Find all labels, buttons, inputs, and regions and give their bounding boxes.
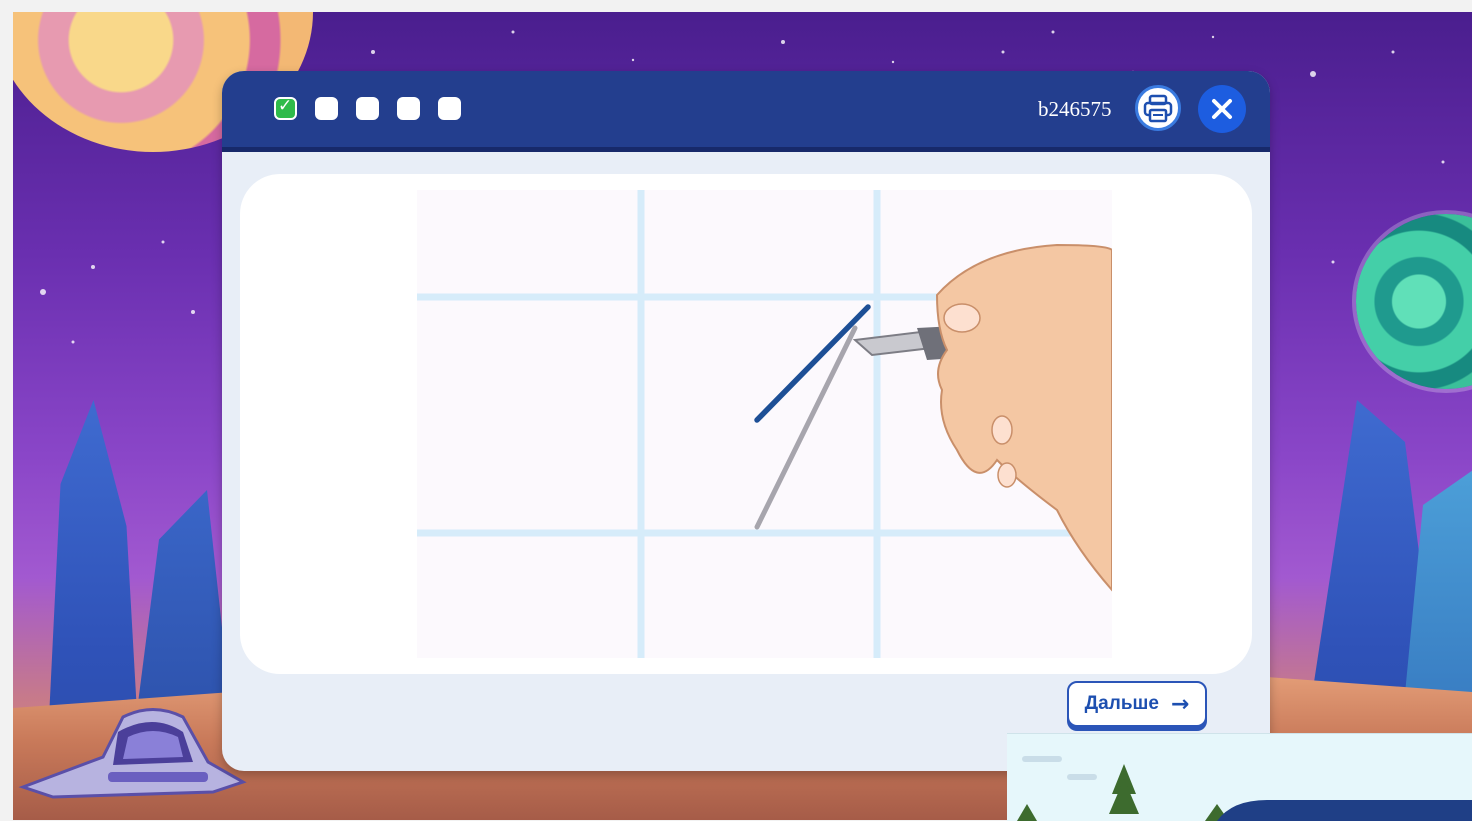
step-indicator: ✓: [274, 96, 461, 120]
step-3[interactable]: [356, 97, 379, 120]
exercise-window: ✓ b246575 Дальше →: [222, 71, 1270, 771]
next-scene-preview: [1007, 733, 1472, 821]
title-bar: ✓ b246575: [222, 71, 1270, 152]
printer-icon: [1143, 94, 1173, 123]
step-5[interactable]: [438, 97, 461, 120]
step-2[interactable]: [315, 97, 338, 120]
forest-preview-image: [1007, 734, 1472, 821]
next-button-label: Дальше: [1084, 693, 1159, 714]
step-1-completed[interactable]: ✓: [274, 96, 297, 120]
close-icon: [1212, 99, 1232, 119]
step-4[interactable]: [397, 97, 420, 120]
task-id: b246575: [1038, 97, 1112, 121]
spaceship: [18, 708, 247, 799]
writing-demo-image: [417, 190, 1112, 658]
print-button[interactable]: [1135, 85, 1181, 131]
next-button[interactable]: Дальше →: [1067, 681, 1207, 727]
arrow-right-icon: →: [1170, 691, 1190, 717]
close-button[interactable]: [1198, 85, 1246, 133]
content-card: [240, 174, 1252, 674]
checkmark-icon: ✓: [278, 96, 293, 116]
